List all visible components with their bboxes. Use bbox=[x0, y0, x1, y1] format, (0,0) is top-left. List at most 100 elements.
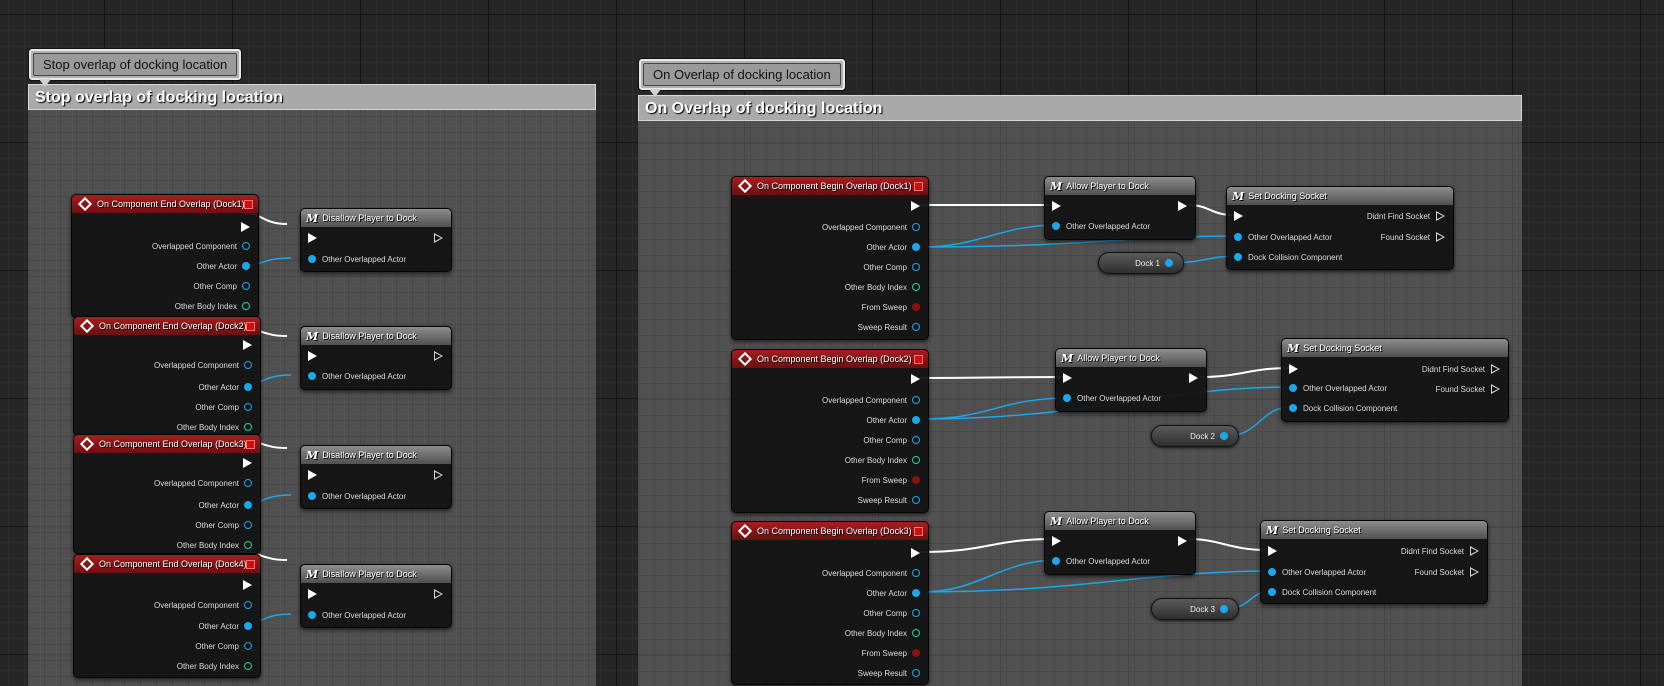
function-node-allow-player-to-dock[interactable]: M Allow Player to Dock Other Overlapped A… bbox=[1044, 511, 1196, 575]
pin-overlapped-component[interactable]: Overlapped Component bbox=[72, 238, 258, 254]
pin-dock-collision-component[interactable]: Dock Collision Component bbox=[1282, 400, 1508, 416]
boolean-pin-icon bbox=[912, 303, 920, 311]
exec-pins[interactable] bbox=[301, 230, 451, 246]
object-pin-icon bbox=[1165, 259, 1173, 267]
event-node-end-overlap-dock4[interactable]: On Component End Overlap (Dock4) Overlap… bbox=[73, 554, 261, 678]
pin-other-comp[interactable]: Other Comp bbox=[732, 259, 928, 275]
function-node-disallow-player-to-dock[interactable]: M Disallow Player to Dock Other Overlappe… bbox=[300, 564, 452, 628]
pin-other-comp[interactable]: Other Comp bbox=[74, 517, 260, 533]
pin-didnt-find-socket[interactable]: Didnt Find Socket bbox=[1422, 361, 1508, 377]
pin-found-socket[interactable]: Found Socket bbox=[1415, 564, 1487, 580]
pin-other-comp[interactable]: Other Comp bbox=[74, 399, 260, 415]
function-node-allow-player-to-dock[interactable]: M Allow Player to Dock Other Overlapped A… bbox=[1044, 176, 1196, 240]
pin-other-overlapped-actor[interactable]: Other Overlapped Actor bbox=[1227, 229, 1332, 245]
function-node-disallow-player-to-dock[interactable]: M Disallow Player to Dock Other Overlappe… bbox=[300, 326, 452, 390]
function-node-allow-player-to-dock[interactable]: M Allow Player to Dock Other Overlapped A… bbox=[1055, 348, 1207, 412]
event-node-end-overlap-dock1[interactable]: On Component End Overlap (Dock1) Overlap… bbox=[71, 194, 259, 318]
event-diamond-icon bbox=[737, 523, 753, 539]
exec-out-pin[interactable] bbox=[732, 198, 928, 214]
pin-other-body-index[interactable]: Other Body Index bbox=[732, 452, 928, 468]
pin-other-body-index[interactable]: Other Body Index bbox=[72, 298, 258, 314]
function-node-set-docking-socket[interactable]: M Set Docking Socket Didnt Find Socket Ot… bbox=[1226, 186, 1454, 270]
event-node-end-overlap-dock2[interactable]: On Component End Overlap (Dock2) Overlap… bbox=[73, 316, 261, 436]
exec-out-icon bbox=[1189, 373, 1198, 383]
pin-found-socket[interactable]: Found Socket bbox=[1436, 381, 1508, 397]
function-node-set-docking-socket[interactable]: M Set Docking Socket Didnt Find Socket Ot… bbox=[1281, 338, 1509, 422]
variable-getter-dock-1[interactable]: Dock 1 bbox=[1098, 252, 1184, 274]
variable-getter-dock-2[interactable]: Dock 2 bbox=[1151, 425, 1239, 447]
exec-pins[interactable] bbox=[301, 348, 451, 364]
exec-pins[interactable] bbox=[301, 586, 451, 602]
object-pin-icon bbox=[912, 569, 920, 577]
exec-pins[interactable] bbox=[301, 467, 451, 483]
pin-other-overlapped-actor[interactable]: Other Overlapped Actor bbox=[301, 251, 451, 267]
exec-out-pin[interactable] bbox=[732, 371, 928, 387]
event-node-end-overlap-dock3[interactable]: On Component End Overlap (Dock3) Overlap… bbox=[73, 434, 261, 554]
exec-out-pin[interactable] bbox=[72, 219, 258, 235]
pin-other-comp[interactable]: Other Comp bbox=[72, 278, 258, 294]
event-node-begin-overlap-dock3[interactable]: On Component Begin Overlap (Dock3) Overl… bbox=[731, 521, 929, 685]
pin-other-body-index[interactable]: Other Body Index bbox=[74, 537, 260, 553]
function-node-disallow-player-to-dock[interactable]: M Disallow Player to Dock Other Overlappe… bbox=[300, 208, 452, 272]
pin-other-actor[interactable]: Other Actor bbox=[74, 497, 260, 513]
pin-from-sweep[interactable]: From Sweep bbox=[732, 645, 928, 661]
pin-sweep-result[interactable]: Sweep Result bbox=[732, 665, 928, 681]
pin-overlapped-component[interactable]: Overlapped Component bbox=[732, 392, 928, 408]
exec-out-pin[interactable] bbox=[732, 545, 928, 561]
pin-other-actor[interactable]: Other Actor bbox=[732, 239, 928, 255]
variable-getter-dock-3[interactable]: Dock 3 bbox=[1151, 598, 1239, 620]
pin-other-actor[interactable]: Other Actor bbox=[74, 379, 260, 395]
pin-other-overlapped-actor[interactable]: Other Overlapped Actor bbox=[1282, 380, 1387, 396]
pin-other-overlapped-actor[interactable]: Other Overlapped Actor bbox=[301, 488, 451, 504]
pin-other-overlapped-actor[interactable]: Other Overlapped Actor bbox=[301, 607, 451, 623]
object-pin-icon bbox=[1052, 222, 1060, 230]
pin-overlapped-component[interactable]: Overlapped Component bbox=[732, 565, 928, 581]
pin-other-overlapped-actor[interactable]: Other Overlapped Actor bbox=[1261, 564, 1366, 580]
pin-other-body-index[interactable]: Other Body Index bbox=[732, 279, 928, 295]
event-node-begin-overlap-dock1[interactable]: On Component Begin Overlap (Dock1) Overl… bbox=[731, 176, 929, 340]
pin-found-socket[interactable]: Found Socket bbox=[1381, 229, 1453, 245]
exec-out-pin[interactable] bbox=[74, 337, 260, 353]
pin-overlapped-component[interactable]: Overlapped Component bbox=[74, 357, 260, 373]
function-node-set-docking-socket[interactable]: M Set Docking Socket Didnt Find Socket Ot… bbox=[1260, 520, 1488, 604]
pin-dock-collision-component[interactable]: Dock Collision Component bbox=[1261, 584, 1487, 600]
exec-pins[interactable] bbox=[1056, 370, 1206, 386]
pin-overlapped-component[interactable]: Overlapped Component bbox=[74, 597, 260, 613]
pin-from-sweep[interactable]: From Sweep bbox=[732, 299, 928, 315]
exec-pins[interactable] bbox=[1045, 198, 1195, 214]
pin-other-comp[interactable]: Other Comp bbox=[732, 605, 928, 621]
pin-other-actor[interactable]: Other Actor bbox=[72, 258, 258, 274]
pin-other-body-index[interactable]: Other Body Index bbox=[74, 658, 260, 674]
pin-sweep-result[interactable]: Sweep Result bbox=[732, 319, 928, 335]
pin-other-actor[interactable]: Other Actor bbox=[732, 585, 928, 601]
node-title: Allow Player to Dock bbox=[1066, 516, 1149, 526]
exec-out-pin[interactable] bbox=[74, 577, 260, 593]
pin-other-body-index[interactable]: Other Body Index bbox=[732, 625, 928, 641]
pin-other-comp[interactable]: Other Comp bbox=[74, 638, 260, 654]
pin-dock-collision-component[interactable]: Dock Collision Component bbox=[1227, 249, 1453, 265]
pin-overlapped-component[interactable]: Overlapped Component bbox=[74, 475, 260, 491]
object-pin-icon bbox=[242, 262, 250, 270]
object-pin-icon bbox=[1063, 394, 1071, 402]
exec-out-pin[interactable] bbox=[74, 455, 260, 471]
pin-other-overlapped-actor[interactable]: Other Overlapped Actor bbox=[1056, 390, 1206, 406]
function-node-disallow-player-to-dock[interactable]: M Disallow Player to Dock Other Overlappe… bbox=[300, 445, 452, 509]
pin-sweep-result[interactable]: Sweep Result bbox=[732, 492, 928, 508]
pin-didnt-find-socket[interactable]: Didnt Find Socket bbox=[1401, 543, 1487, 559]
pin-didnt-find-socket[interactable]: Didnt Find Socket bbox=[1367, 208, 1453, 224]
struct-pin-icon bbox=[912, 323, 920, 331]
pin-other-actor[interactable]: Other Actor bbox=[74, 618, 260, 634]
pin-other-body-index[interactable]: Other Body Index bbox=[74, 419, 260, 435]
exec-pins[interactable] bbox=[1045, 533, 1195, 549]
pin-other-actor[interactable]: Other Actor bbox=[732, 412, 928, 428]
event-node-begin-overlap-dock2[interactable]: On Component Begin Overlap (Dock2) Overl… bbox=[731, 349, 929, 513]
exec-out-icon bbox=[1491, 364, 1500, 374]
pin-overlapped-component[interactable]: Overlapped Component bbox=[732, 219, 928, 235]
pin-from-sweep[interactable]: From Sweep bbox=[732, 472, 928, 488]
pin-other-comp[interactable]: Other Comp bbox=[732, 432, 928, 448]
pin-other-overlapped-actor[interactable]: Other Overlapped Actor bbox=[301, 368, 451, 384]
pin-other-overlapped-actor[interactable]: Other Overlapped Actor bbox=[1045, 553, 1195, 569]
exec-out-icon bbox=[434, 470, 443, 480]
event-stop-icon bbox=[914, 182, 923, 191]
pin-other-overlapped-actor[interactable]: Other Overlapped Actor bbox=[1045, 218, 1195, 234]
